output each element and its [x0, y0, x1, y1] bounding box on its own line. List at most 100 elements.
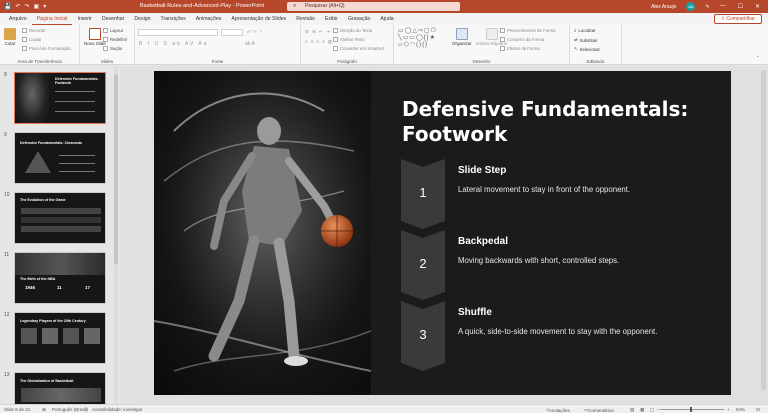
thumbnail-title: Legendary Players of the 20th Century: [20, 319, 86, 323]
align-buttons[interactable]: ≡ ≡ ≡ ≡ ▥: [305, 39, 333, 45]
accessibility-icon: ⚇: [84, 406, 89, 412]
zoom-in-icon[interactable]: +: [727, 407, 730, 412]
tab-gravacao[interactable]: Gravação: [343, 13, 376, 25]
collapse-ribbon-icon[interactable]: ⌃: [756, 55, 760, 61]
tab-arquivo[interactable]: Arquivo: [4, 13, 32, 25]
slide-sorter-icon[interactable]: ▦: [640, 407, 644, 413]
tab-animacoes[interactable]: Animações: [191, 13, 227, 25]
language-indicator[interactable]: Português (Brasil): [52, 407, 88, 412]
thumbnail-number: 8: [4, 72, 7, 78]
pen-icon[interactable]: ✎: [705, 4, 709, 10]
fit-slide-icon[interactable]: ⊡: [756, 407, 760, 413]
step-heading: Backpedal: [458, 236, 509, 247]
list-buttons[interactable]: ☰ ☰ ⇤ ⇥ ↕: [305, 29, 336, 35]
minimize-button[interactable]: —: [720, 3, 726, 10]
search-placeholder: Pesquisar (Alt+Q): [305, 3, 345, 9]
thumbnail-slide[interactable]: Legendary Players of the 20th Century: [14, 312, 106, 364]
shape-fill-button[interactable]: Preenchimento de Forma: [500, 28, 555, 33]
current-slide[interactable]: Defensive Fundamentals: Footwork 1 Slide…: [154, 71, 731, 395]
layout-icon: [103, 28, 108, 33]
comments-button[interactable]: ▭ Comentários: [584, 407, 614, 413]
avatar[interactable]: AA: [686, 2, 696, 11]
text-direction-button[interactable]: Direção do Texto: [333, 28, 372, 33]
align-text-button[interactable]: Alinhar Texto: [333, 37, 365, 42]
copy-button[interactable]: Copiar: [22, 37, 42, 42]
font-grow-shrink[interactable]: A⁺ A⁻ ✧: [247, 29, 263, 35]
shape-outline-button[interactable]: Contorno da Forma: [500, 37, 544, 42]
thumbnail-title: The Birth of the NBA: [20, 277, 56, 281]
font-color-buttons[interactable]: ab A: [245, 41, 255, 47]
zoom-level[interactable]: 94%: [736, 407, 745, 412]
tab-pagina-inicial[interactable]: Página Inicial: [31, 13, 73, 25]
customize-qat-icon[interactable]: ▾: [43, 3, 46, 10]
thumbnail-number: 11: [4, 252, 10, 258]
tab-transicoes[interactable]: Transições: [156, 13, 191, 25]
notes-button[interactable]: ≡ Anotações: [546, 407, 570, 413]
editing-group: ⌕ Localizar ⇄ Substituir ↖ Selecionar Edita…: [570, 25, 622, 65]
thumbnail-title: Defensive Fundamentals: Footwork: [55, 77, 99, 86]
section-button[interactable]: Seção: [103, 46, 122, 51]
close-button[interactable]: ✕: [755, 3, 760, 10]
find-button[interactable]: ⌕ Localizar: [574, 28, 596, 33]
tab-exibir[interactable]: Exibir: [320, 13, 343, 25]
tab-apresentacao[interactable]: Apresentação de Slides: [226, 13, 291, 25]
step-heading: Slide Step: [458, 165, 507, 176]
shapes-gallery[interactable]: ▭◯△⇨▢⬠ ╲▭▭◯{}★ ▱⬡◠(){}: [398, 28, 446, 49]
font-size-select[interactable]: [221, 29, 243, 36]
paragraph-group-label: Parágrafo: [337, 59, 357, 64]
proofing-icon[interactable]: ⊞: [42, 407, 46, 413]
format-painter-button[interactable]: Pincel de Formatação: [22, 46, 71, 51]
smartart-label: Converter em SmartArt: [340, 46, 385, 51]
user-name[interactable]: Alex Araujo: [651, 4, 676, 10]
step-text: A quick, side-to-side movement to stay w…: [458, 327, 658, 336]
tab-design[interactable]: Design: [129, 13, 155, 25]
player-photo[interactable]: [154, 71, 372, 395]
present-icon[interactable]: ▣: [34, 3, 40, 10]
font-family-select[interactable]: [138, 29, 218, 36]
smartart-button[interactable]: Converter em SmartArt: [333, 46, 384, 51]
maximize-button[interactable]: ☐: [738, 3, 743, 10]
zoom-slider[interactable]: [660, 407, 724, 412]
thumbnail-portrait: [21, 328, 37, 344]
share-button[interactable]: ⇪ Compartilhar: [713, 14, 762, 24]
thumbnail-slide[interactable]: The Evolution of the Game: [14, 192, 106, 244]
shape-effects-button[interactable]: Efeitos de Forma: [500, 46, 540, 51]
thumbnail-slide[interactable]: Defensive Fundamentals: Closeouts: [14, 132, 106, 184]
paint-bucket-icon: [500, 28, 505, 33]
paste-button[interactable]: Colar: [4, 28, 16, 46]
cut-label: Recortar: [29, 28, 46, 33]
shape-fill-label: Preenchimento de Forma: [507, 28, 556, 33]
find-label: Localizar: [578, 28, 596, 33]
notes-label: Anotações: [548, 408, 570, 413]
tab-ajuda[interactable]: Ajuda: [375, 13, 398, 25]
editor-scrollbar[interactable]: [761, 70, 766, 400]
save-icon[interactable]: 💾: [4, 3, 11, 10]
slide-title[interactable]: Defensive Fundamentals: Footwork: [402, 97, 702, 147]
search-input[interactable]: ⌕ Pesquisar (Alt+Q): [287, 2, 460, 11]
arrange-button[interactable]: Organizar: [452, 28, 472, 46]
thumbnails-scrollbar[interactable]: [114, 66, 118, 404]
paragraph-group: ☰ ☰ ⇤ ⇥ ↕ ≡ ≡ ≡ ≡ ▥ Direção do Texto Ali…: [301, 25, 394, 65]
select-button[interactable]: ↖ Selecionar: [574, 46, 600, 52]
redo-icon[interactable]: ↷: [25, 3, 30, 10]
font-format-buttons[interactable]: B I U S ab AV Aa: [139, 41, 208, 47]
layout-label: Layout: [110, 28, 123, 33]
tab-inserir[interactable]: Inserir: [72, 13, 96, 25]
cut-button[interactable]: Recortar: [22, 28, 45, 33]
normal-view-icon[interactable]: ▤: [630, 407, 634, 413]
thumbnail-number: 12: [4, 312, 10, 318]
undo-icon[interactable]: ↶: [15, 3, 20, 10]
thumbnail-slide[interactable]: Defensive Fundamentals: Footwork: [14, 72, 106, 124]
layout-button[interactable]: Layout: [103, 28, 123, 33]
tab-desenhar[interactable]: Desenhar: [97, 13, 130, 25]
thumbnail-slide[interactable]: The Birth of the NBA 1946 11 17: [14, 252, 106, 304]
reset-button[interactable]: Redefinir: [103, 37, 127, 42]
replace-button[interactable]: ⇄ Substituir: [574, 37, 598, 43]
tab-revisao[interactable]: Revisão: [291, 13, 320, 25]
accessibility-status[interactable]: Acessibilidade: investigar: [92, 407, 143, 412]
thumbnail-slide[interactable]: The Globalization of Basketball: [14, 372, 106, 404]
thumbnail-portrait: [63, 328, 79, 344]
editing-group-label: Editando: [586, 59, 605, 64]
thumbnail-number: 13: [4, 372, 10, 378]
reading-view-icon[interactable]: ▢: [650, 407, 654, 413]
